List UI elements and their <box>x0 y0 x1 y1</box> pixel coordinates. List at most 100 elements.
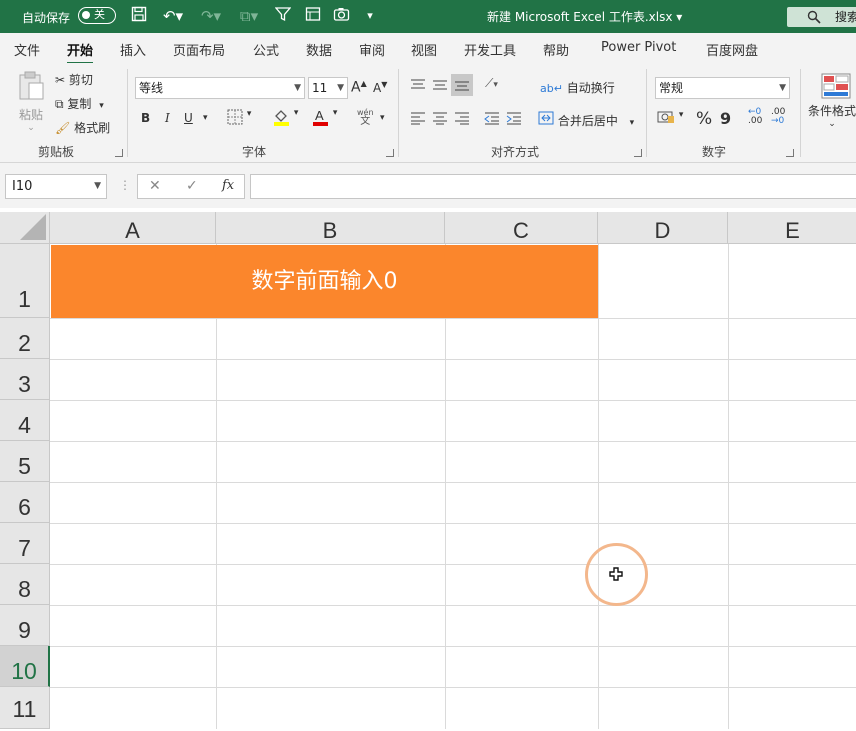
percent-button[interactable]: % <box>696 109 712 129</box>
redo-icon[interactable]: ↷▾ <box>196 6 226 26</box>
cut-button[interactable]: ✂ 剪切 <box>55 71 93 88</box>
align-left-icon <box>411 112 425 125</box>
formula-input[interactable] <box>250 174 856 199</box>
search-box[interactable]: 搜索 <box>787 7 856 27</box>
fill-color-button[interactable]: ▾ <box>272 108 298 129</box>
clipboard-launcher-icon[interactable] <box>115 149 123 157</box>
row-header-9[interactable]: 9 <box>0 605 50 646</box>
customize-qat-icon[interactable]: ▾ <box>362 6 378 26</box>
column-header-a[interactable]: A <box>50 212 216 244</box>
cancel-icon[interactable]: ✕ <box>149 178 161 194</box>
tab-home[interactable]: 开始 <box>67 40 94 65</box>
paste-button[interactable]: 粘贴 ⌄ <box>14 71 48 133</box>
tab-view[interactable]: 视图 <box>411 40 437 59</box>
increase-indent-button[interactable] <box>506 111 522 128</box>
decrease-decimal-button[interactable]: .00 →0 <box>771 108 785 126</box>
accounting-format-button[interactable]: ▾ <box>657 110 683 127</box>
formula-buttons: ✕ ✓ fx <box>137 174 245 199</box>
orientation-button[interactable]: ⟋▾ <box>485 76 498 91</box>
tab-review[interactable]: 审阅 <box>359 40 385 59</box>
camera-icon[interactable] <box>330 6 352 26</box>
tab-formulas[interactable]: 公式 <box>253 40 279 59</box>
tab-page-layout[interactable]: 页面布局 <box>173 40 225 59</box>
font-name-value: 等线 <box>139 81 164 95</box>
tab-help[interactable]: 帮助 <box>543 40 569 59</box>
group-separator <box>646 69 647 157</box>
formula-bar: I10 ▼ ⋮ ✕ ✓ fx <box>0 163 856 208</box>
conditional-format-icon <box>821 73 851 102</box>
drag-handle-icon[interactable]: ⋮ <box>119 178 131 192</box>
merge-center-button[interactable]: 合并后居中 ▾ <box>538 111 634 129</box>
phonetic-button[interactable]: wén 文 <box>357 108 374 127</box>
align-left-button[interactable] <box>410 111 426 128</box>
tab-developer[interactable]: 开发工具 <box>464 40 516 59</box>
row-header-7[interactable]: 7 <box>0 523 50 564</box>
italic-button[interactable]: I <box>165 111 170 125</box>
row-header-8[interactable]: 8 <box>0 564 50 605</box>
form-icon[interactable] <box>302 6 324 26</box>
tab-data[interactable]: 数据 <box>306 40 332 59</box>
tab-insert[interactable]: 插入 <box>120 40 146 59</box>
font-launcher-icon[interactable] <box>386 149 394 157</box>
borders-icon <box>227 109 247 128</box>
column-header-d[interactable]: D <box>598 212 728 244</box>
column-header-e[interactable]: E <box>728 212 856 244</box>
clipboard-icon <box>17 71 45 104</box>
increase-decimal-button[interactable]: ←0 .00 <box>748 108 762 126</box>
underline-button[interactable]: U <box>184 111 193 125</box>
gridline <box>50 687 856 688</box>
conditional-format-button[interactable]: 条件格式 ⌄ <box>808 73 856 129</box>
font-size-select[interactable]: 11 ▼ <box>308 77 348 99</box>
row-header-2[interactable]: 2 <box>0 318 50 359</box>
format-painter-button[interactable]: 🖌 格式刷 <box>55 119 110 136</box>
phonetic-dropdown-icon[interactable]: ▾ <box>380 113 385 123</box>
bold-button[interactable]: B <box>141 111 150 125</box>
merged-cell-a1-c1[interactable]: 数字前面输入0 <box>51 245 598 318</box>
number-format-select[interactable]: 常规 ▼ <box>655 77 790 99</box>
row-header-4[interactable]: 4 <box>0 400 50 441</box>
font-name-select[interactable]: 等线 ▼ <box>135 77 305 99</box>
row-header-10[interactable]: 10 <box>0 646 50 687</box>
document-title[interactable]: 新建 Microsoft Excel 工作表.xlsx ▾ <box>487 8 682 25</box>
align-bottom-button[interactable] <box>451 74 473 96</box>
save-icon[interactable] <box>129 6 149 26</box>
underline-dropdown-icon[interactable]: ▾ <box>203 113 208 123</box>
row-header-1[interactable]: 1 <box>0 244 50 318</box>
row-header-11[interactable]: 11 <box>0 687 50 729</box>
filter-icon[interactable] <box>272 6 294 26</box>
enter-icon[interactable]: ✓ <box>186 178 198 194</box>
increase-font-button[interactable]: A▲ <box>351 79 367 96</box>
paste-label: 粘贴 <box>18 108 43 122</box>
autosave-toggle[interactable]: 关 <box>78 7 116 24</box>
tab-power-pivot[interactable]: Power Pivot <box>601 40 676 55</box>
decrease-indent-button[interactable] <box>484 111 500 128</box>
row-header-5[interactable]: 5 <box>0 441 50 482</box>
decrease-font-button[interactable]: A▼ <box>373 80 387 95</box>
font-color-button[interactable]: A ▾ <box>311 108 337 129</box>
row-header-6[interactable]: 6 <box>0 482 50 523</box>
alignment-launcher-icon[interactable] <box>634 149 642 157</box>
tab-file[interactable]: 文件 <box>14 40 40 59</box>
borders-button[interactable]: ▾ <box>227 109 251 128</box>
align-right-button[interactable] <box>454 111 470 128</box>
align-middle-button[interactable] <box>432 78 448 95</box>
align-top-button[interactable] <box>410 78 426 95</box>
row-header-3[interactable]: 3 <box>0 359 50 400</box>
column-header-c[interactable]: C <box>445 212 598 244</box>
comma-button[interactable]: 9 <box>720 109 731 128</box>
select-all-button[interactable] <box>0 212 50 244</box>
tab-baidu-netdisk[interactable]: 百度网盘 <box>706 40 758 59</box>
cut-label: 剪切 <box>68 73 93 87</box>
insert-function-icon[interactable]: fx <box>222 178 234 193</box>
number-group-label: 数字 <box>702 145 727 159</box>
column-header-b[interactable]: B <box>216 212 445 244</box>
align-center-button[interactable] <box>432 111 448 128</box>
wrap-text-button[interactable]: ab↵ 自动换行 <box>540 79 615 96</box>
number-launcher-icon[interactable] <box>786 149 794 157</box>
wrap-text-label: 自动换行 <box>566 81 615 95</box>
undo-icon[interactable]: ↶▾ <box>158 6 188 26</box>
group-separator <box>398 69 399 157</box>
copy-button[interactable]: ⧉ 复制 ▾ <box>55 95 104 112</box>
name-box[interactable]: I10 ▼ <box>5 174 107 199</box>
shapes-icon[interactable]: ⧉▾ <box>232 6 266 26</box>
